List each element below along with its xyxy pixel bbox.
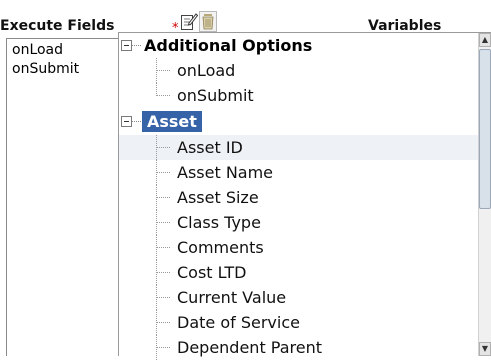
list-item[interactable]: onLoad [7, 41, 123, 60]
tree-item[interactable]: Asset ID [119, 135, 479, 160]
tree-group-asset[interactable]: Asset [119, 109, 479, 134]
tree-item-label: Asset Name [177, 163, 274, 182]
scrollbar-thumb[interactable] [479, 49, 491, 209]
tree-item[interactable]: Date of Service [119, 310, 479, 335]
list-item[interactable]: onSubmit [7, 60, 123, 79]
tree-item[interactable]: Current Value [119, 285, 479, 310]
tree-item[interactable]: Asset Name [119, 160, 479, 185]
tree-item-label: Date of Service [177, 313, 300, 332]
tree-item-label: Current Value [177, 288, 287, 307]
execute-fields-label: Execute Fields [0, 18, 115, 34]
variables-tree[interactable]: Additional Options onLoad onSubmit Asset… [118, 32, 491, 360]
scroll-down-arrow-icon[interactable]: ▼ [479, 342, 491, 356]
tree-item-label: Comments [177, 238, 264, 257]
collapse-toggle-icon[interactable] [121, 40, 132, 51]
tree-item-label: Dependent Parent [177, 338, 323, 357]
tree-item-label: onSubmit [177, 86, 254, 105]
trash-can-icon[interactable] [199, 11, 217, 32]
tree-item[interactable]: Comments [119, 235, 479, 260]
tree-group-label-selected: Asset [142, 111, 202, 132]
tree-group-additional-options[interactable]: Additional Options [119, 33, 479, 58]
tree-item[interactable]: Asset Size [119, 185, 479, 210]
execute-fields-list[interactable]: onLoad onSubmit [6, 38, 124, 356]
tree-item-label: Class Type [177, 213, 261, 232]
collapse-toggle-icon[interactable] [121, 116, 132, 127]
tree-item-label: Asset ID [177, 138, 243, 157]
tree-item[interactable]: onSubmit [119, 83, 479, 108]
tree-item[interactable]: Class Type [119, 210, 479, 235]
tree-group-label: Additional Options [144, 36, 313, 55]
vertical-scrollbar[interactable]: ▲ ▼ [478, 33, 491, 356]
tree-item-label: Cost LTD [177, 263, 247, 282]
scroll-up-arrow-icon[interactable]: ▲ [479, 33, 491, 47]
edit-document-icon[interactable] [180, 12, 199, 31]
tree-item-label: Asset Size [177, 188, 259, 207]
tree-item[interactable]: Dependent Parent [119, 335, 479, 360]
tree-item[interactable]: onLoad [119, 58, 479, 83]
tree-item[interactable]: Cost LTD [119, 260, 479, 285]
tree-item-label: onLoad [177, 61, 236, 80]
